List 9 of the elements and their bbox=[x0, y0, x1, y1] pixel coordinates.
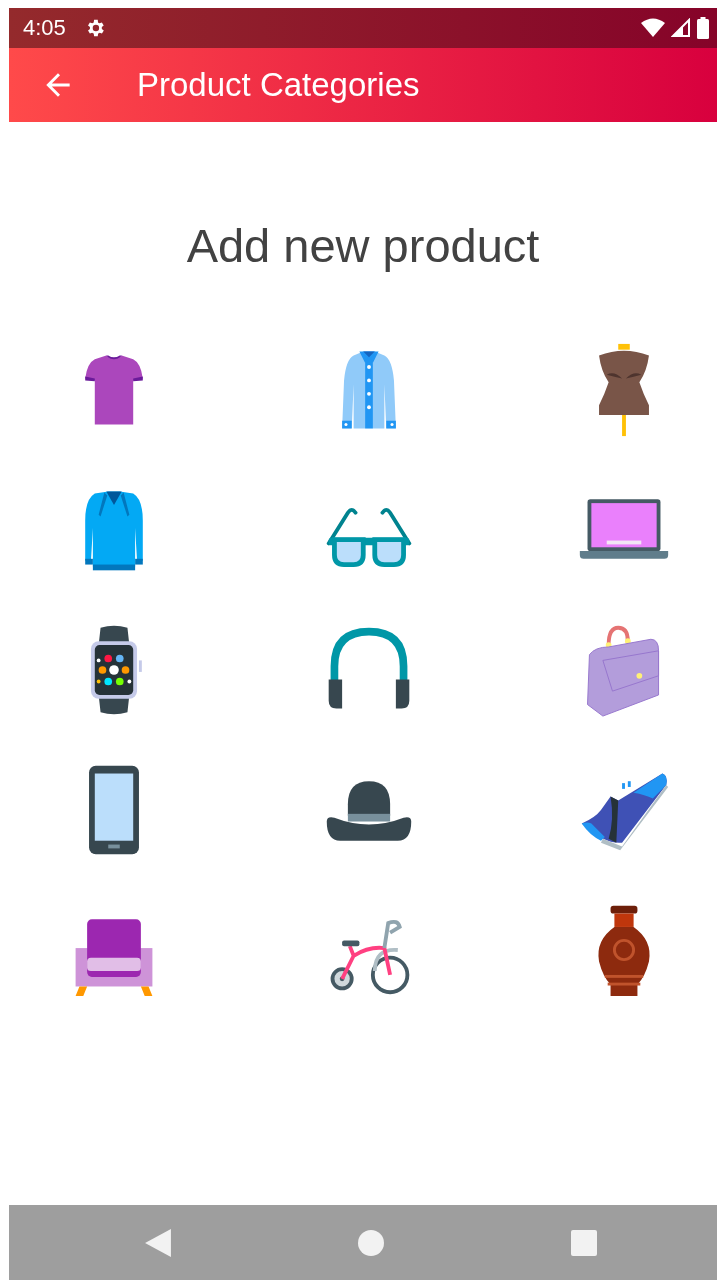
signal-icon bbox=[671, 18, 691, 38]
page-heading: Add new product bbox=[185, 218, 541, 274]
app-bar-title: Product Categories bbox=[137, 66, 420, 104]
status-time: 4:05 bbox=[23, 15, 66, 41]
battery-icon bbox=[697, 17, 709, 39]
back-triangle-icon bbox=[145, 1228, 171, 1257]
recents-square-icon bbox=[571, 1229, 597, 1256]
wifi-icon bbox=[641, 18, 665, 38]
home-circle-icon bbox=[358, 1229, 384, 1256]
